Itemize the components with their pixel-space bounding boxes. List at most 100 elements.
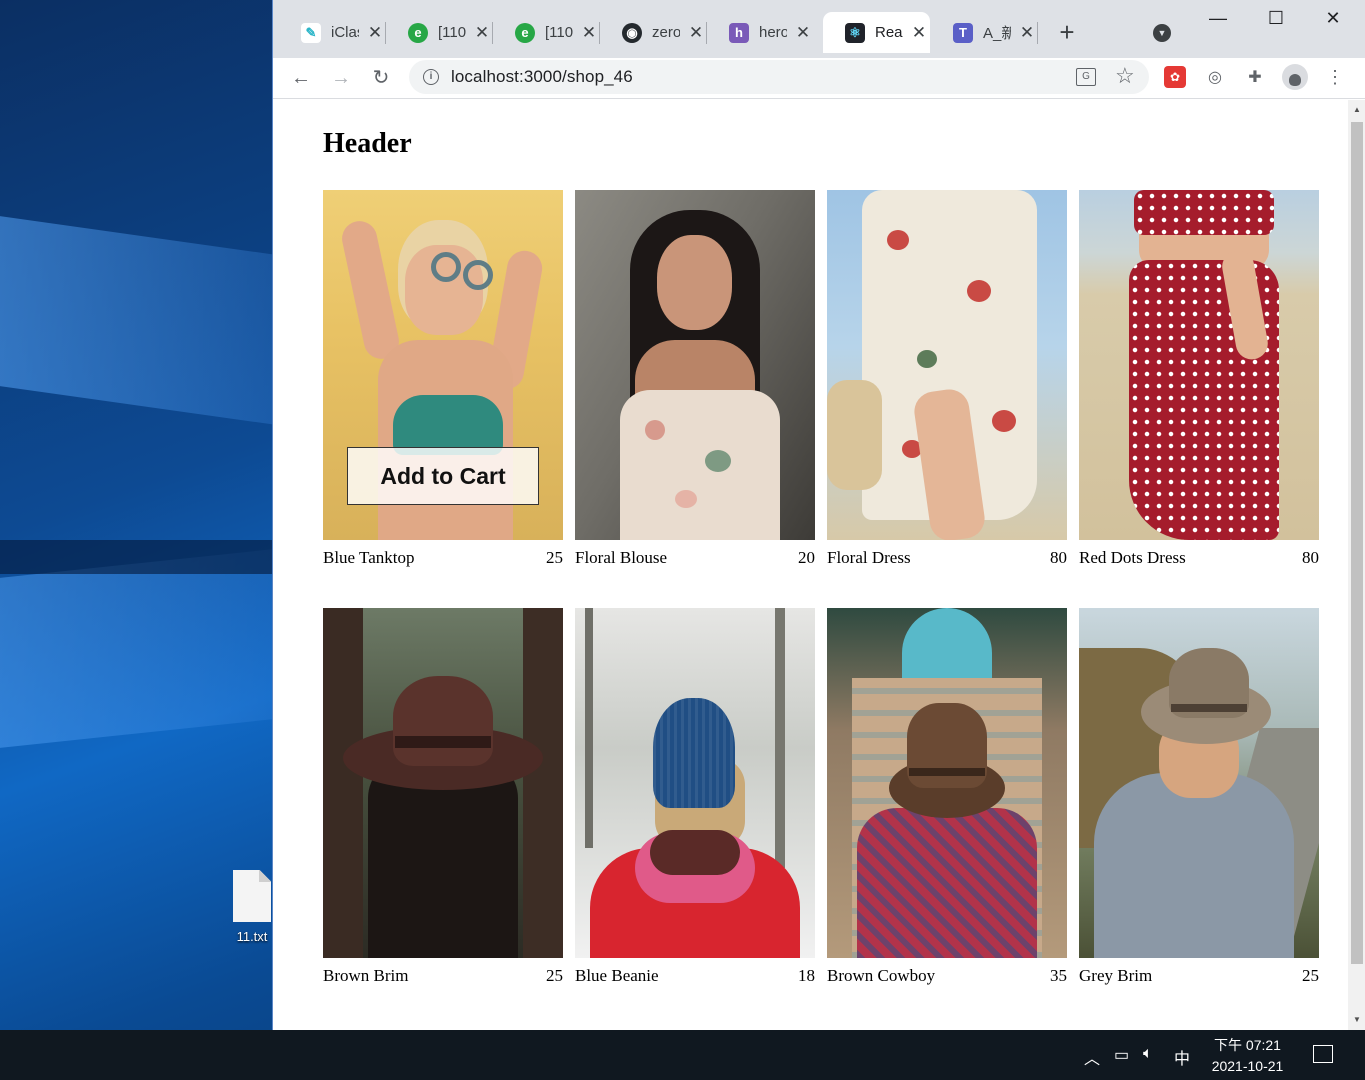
scroll-down-arrow-icon[interactable]: ▼	[1348, 1012, 1365, 1028]
product-price: 80	[1050, 548, 1067, 567]
site-info-icon[interactable]: i	[423, 69, 439, 85]
new-tab-button[interactable]: +	[1053, 19, 1081, 45]
product-card[interactable]: Blue Beanie 18	[575, 608, 815, 986]
reload-icon[interactable]: ↻	[367, 64, 395, 92]
bookmark-star-icon[interactable]: ☆	[1115, 63, 1135, 89]
product-card[interactable]: Add to Cart Blue Tanktop 25	[323, 190, 563, 568]
tab-title: iClas	[331, 24, 359, 41]
product-name: Grey Brim	[1079, 966, 1153, 985]
react-icon: ⚛	[845, 22, 865, 43]
product-price: 35	[1050, 966, 1067, 985]
system-clock[interactable]: 下午 07:21 2021-10-21	[1200, 1035, 1295, 1077]
product-price: 25	[1302, 966, 1319, 985]
close-icon[interactable]: ✕	[1019, 23, 1035, 43]
close-icon[interactable]: ✕	[474, 23, 490, 43]
url-text[interactable]: localhost:3000/shop_46	[451, 67, 633, 87]
tab-github[interactable]: ◉ zero ✕	[600, 12, 707, 53]
browser-toolbar: ← → ↻ i localhost:3000/shop_46 G ☆ ✿ ◎ ✚…	[273, 58, 1365, 99]
product-image	[1079, 608, 1319, 958]
menu-kebab-icon[interactable]: ⋮	[1324, 66, 1346, 88]
extension-red-icon[interactable]: ✿	[1164, 66, 1186, 88]
tab-evernote-2[interactable]: e [110 ✕	[493, 12, 600, 53]
tab-evernote-1[interactable]: e [110 ✕	[386, 12, 493, 53]
product-name: Brown Cowboy	[827, 966, 936, 985]
product-image	[575, 190, 815, 540]
evernote-icon: e	[408, 22, 428, 43]
product-image	[827, 190, 1067, 540]
product-name: Blue Tanktop	[323, 548, 415, 567]
product-card[interactable]: Red Dots Dress 80	[1079, 190, 1319, 568]
notification-center-icon[interactable]	[1313, 1045, 1333, 1063]
product-name: Brown Brim	[323, 966, 409, 985]
product-name: Red Dots Dress	[1079, 548, 1186, 567]
clock-date: 2021-10-21	[1211, 1058, 1284, 1074]
page-scrollbar[interactable]: ▲ ▼	[1348, 100, 1365, 1030]
address-bar[interactable]: i localhost:3000/shop_46 G ☆	[409, 60, 1149, 94]
close-icon[interactable]: ✕	[795, 23, 811, 43]
text-file-icon	[233, 870, 271, 922]
forward-arrow-icon[interactable]: →	[327, 64, 355, 92]
product-image	[323, 608, 563, 958]
tab-strip: ✎ iClas ✕ e [110 ✕ e [110 ✕ ◉ zero ✕ h h…	[273, 0, 1365, 58]
teams-icon: T	[953, 22, 973, 43]
tab-title: [110	[438, 24, 466, 41]
product-price: 18	[798, 966, 815, 985]
page-viewport: Header Add to Cart Blue Tanktop 25 Flora…	[273, 100, 1348, 1030]
product-image: Add to Cart	[323, 190, 563, 540]
chevron-up-icon[interactable]: ︿	[1084, 1045, 1100, 1069]
maximize-icon[interactable]: ☐	[1261, 8, 1291, 29]
product-card[interactable]: Floral Blouse 20	[575, 190, 815, 568]
product-name: Blue Beanie	[575, 966, 659, 985]
close-icon[interactable]: ✕	[911, 23, 927, 43]
product-name: Floral Dress	[827, 548, 911, 567]
product-name: Floral Blouse	[575, 548, 668, 567]
network-icon[interactable]: ▭	[1114, 1045, 1129, 1065]
clock-time: 下午 07:21	[1214, 1037, 1281, 1053]
product-price: 25	[546, 548, 563, 567]
product-card[interactable]: Floral Dress 80	[827, 190, 1067, 568]
product-price: 25	[546, 966, 563, 985]
page-header: Header	[323, 128, 412, 159]
product-image	[1079, 190, 1319, 540]
iclass-icon: ✎	[301, 22, 321, 43]
volume-icon[interactable]: 🔈︎	[1143, 1045, 1153, 1063]
product-grid: Add to Cart Blue Tanktop 25 Floral Blous…	[323, 190, 1319, 986]
tab-heroku[interactable]: h hero ✕	[707, 12, 814, 53]
evernote-icon: e	[515, 22, 535, 43]
back-arrow-icon[interactable]: ←	[287, 64, 315, 92]
input-method-indicator[interactable]: 中	[1174, 1045, 1190, 1069]
windows-taskbar: ︿ ▭ 🔈︎ 中 下午 07:21 2021-10-21	[0, 1030, 1365, 1080]
window-close-icon[interactable]: ✕	[1318, 8, 1348, 29]
product-image	[575, 608, 815, 958]
product-image	[827, 608, 1067, 958]
add-to-cart-button[interactable]: Add to Cart	[347, 447, 539, 505]
tab-search-icon[interactable]: ▼	[1153, 24, 1171, 42]
scrollbar-thumb[interactable]	[1351, 122, 1363, 964]
close-icon[interactable]: ✕	[367, 23, 383, 43]
tab-title: [110	[545, 24, 573, 41]
close-icon[interactable]: ✕	[688, 23, 704, 43]
tab-title: Rea	[875, 24, 903, 41]
tab-title: A_新	[983, 25, 1011, 42]
product-price: 20	[798, 548, 815, 567]
tab-iclass[interactable]: ✎ iClas ✕	[279, 12, 386, 53]
extensions-puzzle-icon[interactable]: ✚	[1244, 66, 1266, 88]
product-price: 80	[1302, 548, 1319, 567]
minimize-icon[interactable]: —	[1203, 8, 1233, 29]
wallpaper-dark-band	[0, 540, 280, 574]
extension-circle-icon[interactable]: ◎	[1204, 66, 1226, 88]
tab-title: zero	[652, 24, 680, 41]
profile-avatar-icon[interactable]	[1282, 64, 1308, 90]
product-card[interactable]: Grey Brim 25	[1079, 608, 1319, 986]
translate-icon[interactable]: G	[1076, 68, 1096, 86]
tab-teams[interactable]: T A_新 ✕	[931, 12, 1038, 53]
product-card[interactable]: Brown Brim 25	[323, 608, 563, 986]
tab-title: hero	[759, 24, 787, 41]
scroll-up-arrow-icon[interactable]: ▲	[1348, 102, 1365, 118]
product-card[interactable]: Brown Cowboy 35	[827, 608, 1067, 986]
tab-react-active[interactable]: ⚛ Rea ✕	[823, 12, 930, 53]
github-icon: ◉	[622, 22, 642, 43]
close-icon[interactable]: ✕	[581, 23, 597, 43]
heroku-icon: h	[729, 22, 749, 43]
browser-window: ✎ iClas ✕ e [110 ✕ e [110 ✕ ◉ zero ✕ h h…	[272, 0, 1365, 1030]
